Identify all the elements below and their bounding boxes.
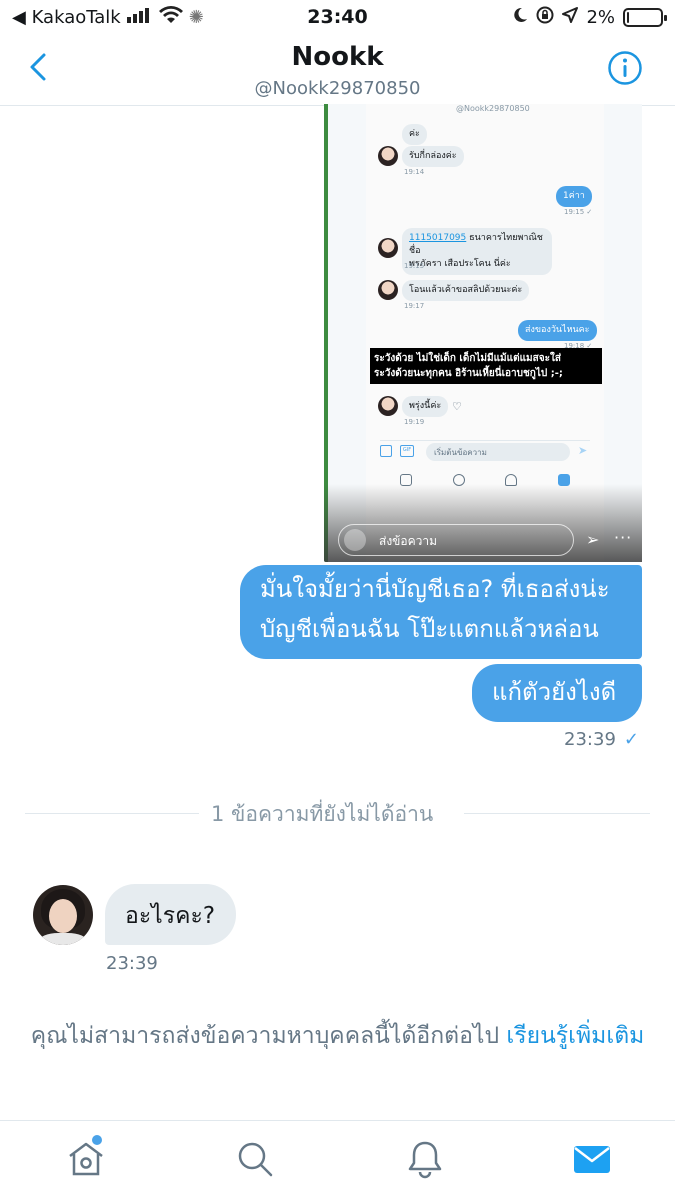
conversation-handle: @Nookk29870850 bbox=[254, 78, 421, 99]
warning-caption: ระวังด้วย ไม่ใช่เด็ก เด็กไม่มีแม้แต่แมสจ… bbox=[370, 348, 602, 384]
screenshot-compose-field: เริ่มต้นข้อความ bbox=[426, 443, 570, 461]
screenshot-time: 19:15 ✓ bbox=[564, 208, 593, 216]
incoming-message[interactable]: อะไรคะ? bbox=[105, 884, 236, 945]
heart-icon: ♡ bbox=[452, 400, 462, 413]
screenshot-compose-bar: GIF เริ่มต้นข้อความ ➤ bbox=[380, 440, 590, 462]
info-button[interactable] bbox=[607, 50, 643, 86]
divider bbox=[25, 813, 199, 814]
cannot-message-notice: คุณไม่สามารถส่งข้อความหาบุคคลนี้ได้อีกต่… bbox=[20, 1018, 655, 1054]
screenshot-time: 19:17 bbox=[404, 302, 425, 310]
conversation-header: Nookk @Nookk29870850 bbox=[0, 36, 675, 106]
status-bar: ◀ KakaoTalk ✺ 23:40 2% bbox=[0, 0, 675, 36]
read-check-icon: ✓ bbox=[623, 729, 639, 750]
screenshot-time: 19:19 bbox=[404, 418, 425, 426]
divider bbox=[464, 813, 650, 814]
bottom-tab-bar bbox=[0, 1120, 675, 1200]
screenshot-avatar bbox=[378, 280, 398, 300]
screenshot-time: 19:14 bbox=[404, 168, 425, 176]
screenshot-time: 19:15 bbox=[404, 262, 425, 270]
avatar[interactable] bbox=[33, 885, 93, 945]
moon-icon bbox=[512, 7, 528, 28]
battery-icon bbox=[623, 8, 667, 27]
rotation-lock-icon bbox=[536, 6, 554, 29]
screenshot-message: รับกี่กล่องค่ะ bbox=[402, 146, 464, 167]
screenshot-avatar bbox=[378, 238, 398, 258]
incoming-timestamp: 23:39 bbox=[106, 953, 158, 974]
image-icon bbox=[380, 445, 392, 457]
screenshot-account-link: 1115017095 bbox=[409, 233, 467, 243]
tab-notifications[interactable] bbox=[405, 1139, 445, 1179]
tab-home[interactable] bbox=[66, 1139, 106, 1179]
screenshot-message: พรุ่งนี้ค่ะ bbox=[402, 396, 449, 417]
outgoing-message[interactable]: มั่นใจมั้ยว่านี่บัญชีเธอ? ที่เธอส่งน่ะ บ… bbox=[240, 565, 642, 659]
send-icon: ➤ bbox=[578, 444, 588, 457]
conversation-title: Nookk bbox=[291, 42, 384, 72]
screenshot-message-text: พรภัครา เสือประโคน นี่ค่ะ bbox=[409, 259, 511, 269]
screenshot-message: ค่ะ bbox=[402, 124, 427, 145]
shared-screenshot-image[interactable]: @Nookk29870850 ค่ะ รับกี่กล่องค่ะ 19:14 … bbox=[324, 104, 642, 562]
screenshot-message: โอนแล้วเค้าขอสลิปด้วยนะค่ะ bbox=[402, 280, 530, 301]
message-line: มั่นใจมั้ยว่านี่บัญชีเธอ? ที่เธอส่งน่ะ bbox=[260, 575, 610, 603]
warning-line: ระวังด้วย ไม่ใช่เด็ก เด็กไม่มีแม้แต่แมสจ… bbox=[374, 353, 561, 364]
screenshot-message: 1115017095 ธนาคารไทยพาณิช ชื่อ พรภัครา เ… bbox=[402, 228, 552, 275]
outgoing-message[interactable]: แก้ตัวยังไงดี bbox=[472, 664, 642, 722]
warning-line: ระวังด้วยนะทุกคน อิร้านเหี้ยนี่เอาบชกูไป… bbox=[374, 368, 563, 379]
home-icon bbox=[69, 1142, 103, 1176]
battery-percent: 2% bbox=[586, 7, 615, 28]
tab-messages[interactable] bbox=[572, 1139, 612, 1179]
unread-separator: 1 ข้อความที่ยังไม่ได้อ่าน bbox=[25, 798, 650, 828]
bell-icon bbox=[408, 1141, 442, 1179]
tab-search[interactable] bbox=[235, 1139, 275, 1179]
learn-more-link[interactable]: เรียนรู้เพิ่มเติม bbox=[506, 1023, 644, 1049]
location-icon bbox=[562, 7, 579, 28]
message-line: บัญชีเพื่อนฉัน โป๊ะแตกแล้วหล่อน bbox=[260, 615, 599, 643]
avatar-face bbox=[49, 899, 77, 933]
notification-dot bbox=[92, 1135, 102, 1145]
screenshot-message: ส่งของวันไหนคะ bbox=[518, 320, 597, 341]
info-icon bbox=[608, 51, 642, 85]
story-reply-field: ส่งข้อความ bbox=[338, 524, 574, 556]
unread-label: 1 ข้อความที่ยังไม่ได้อ่าน bbox=[211, 802, 434, 826]
screenshot-handle: @Nookk29870850 bbox=[456, 104, 530, 113]
avatar-shirt bbox=[39, 933, 87, 945]
more-icon: ··· bbox=[614, 528, 633, 547]
screenshot-message: 1ค่าา bbox=[556, 186, 592, 207]
paper-plane-icon: ➢ bbox=[586, 530, 600, 549]
gif-icon: GIF bbox=[400, 445, 414, 457]
mail-icon bbox=[574, 1146, 610, 1173]
outgoing-timestamp: 23:39 ✓ bbox=[564, 729, 639, 750]
notice-text: คุณไม่สามารถส่งข้อความหาบุคคลนี้ได้อีกต่… bbox=[30, 1023, 500, 1049]
screenshot-avatar bbox=[378, 146, 398, 166]
screenshot-avatar bbox=[378, 396, 398, 416]
search-icon bbox=[238, 1142, 273, 1177]
message-time: 23:39 bbox=[564, 729, 616, 750]
